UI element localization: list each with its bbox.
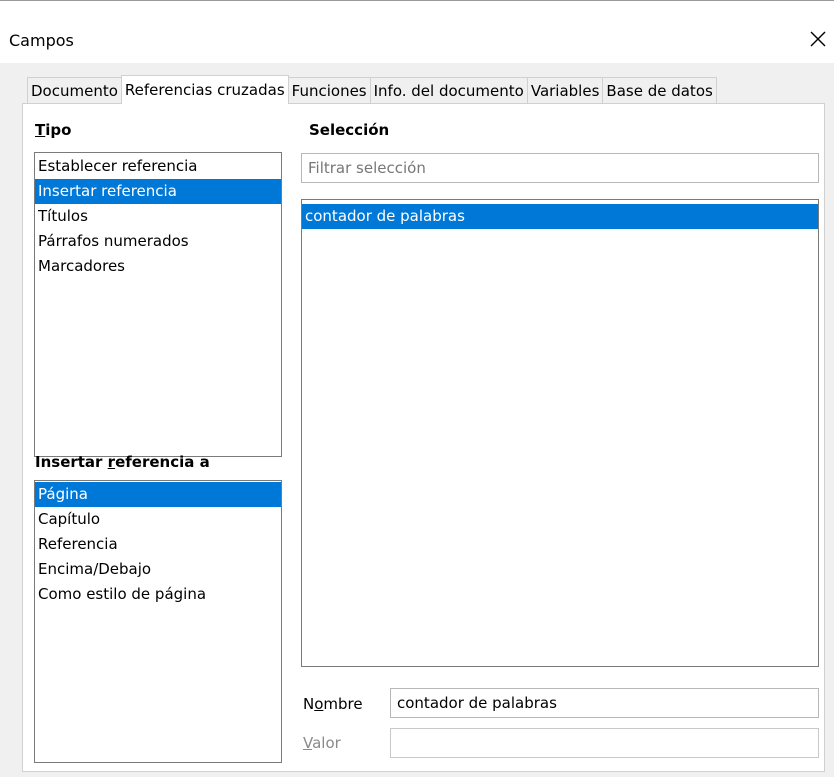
title-bar: Campos (0, 1, 834, 63)
window-title: Campos (9, 31, 74, 50)
list-item[interactable]: Párrafos numerados (35, 229, 281, 254)
tipo-heading: Tipo (35, 121, 72, 139)
list-item[interactable]: Referencia (35, 532, 281, 557)
tab-funciones[interactable]: Funciones (287, 77, 371, 103)
filter-input[interactable]: Filtrar selección (301, 153, 819, 183)
tab-referencias-cruzadas[interactable]: Referencias cruzadas (120, 75, 289, 104)
tab-base-de-datos[interactable]: Base de datos (602, 77, 717, 103)
insert-ref-heading: Insertar referencia a (35, 453, 210, 471)
nombre-field[interactable]: contador de palabras (390, 688, 819, 718)
list-item[interactable]: Marcadores (35, 254, 281, 279)
seleccion-list[interactable]: contador de palabras (301, 199, 819, 667)
close-button[interactable] (806, 27, 830, 51)
list-item[interactable]: Página (35, 482, 281, 507)
list-item[interactable]: Como estilo de página (35, 582, 281, 607)
list-item[interactable]: Establecer referencia (35, 154, 281, 179)
list-item[interactable]: Encima/Debajo (35, 557, 281, 582)
fields-dialog: Campos Documento Referencias cruzadas Fu… (0, 0, 834, 777)
tab-documento[interactable]: Documento (27, 77, 122, 103)
list-item[interactable]: contador de palabras (302, 204, 818, 229)
close-icon (810, 31, 826, 47)
seleccion-heading: Selección (309, 121, 390, 139)
valor-label: Valor (303, 734, 341, 752)
tipo-list[interactable]: Establecer referencia Insertar referenci… (34, 152, 282, 457)
list-item[interactable]: Insertar referencia (35, 179, 281, 204)
list-item[interactable]: Capítulo (35, 507, 281, 532)
nombre-label: Nombre (303, 695, 363, 713)
valor-field[interactable] (390, 728, 819, 758)
list-item[interactable]: Títulos (35, 204, 281, 229)
tab-bar: Documento Referencias cruzadas Funciones… (27, 75, 717, 104)
tab-variables[interactable]: Variables (526, 77, 604, 103)
insert-ref-list[interactable]: Página Capítulo Referencia Encima/Debajo… (34, 480, 282, 763)
tab-info-documento[interactable]: Info. del documento (369, 77, 528, 103)
